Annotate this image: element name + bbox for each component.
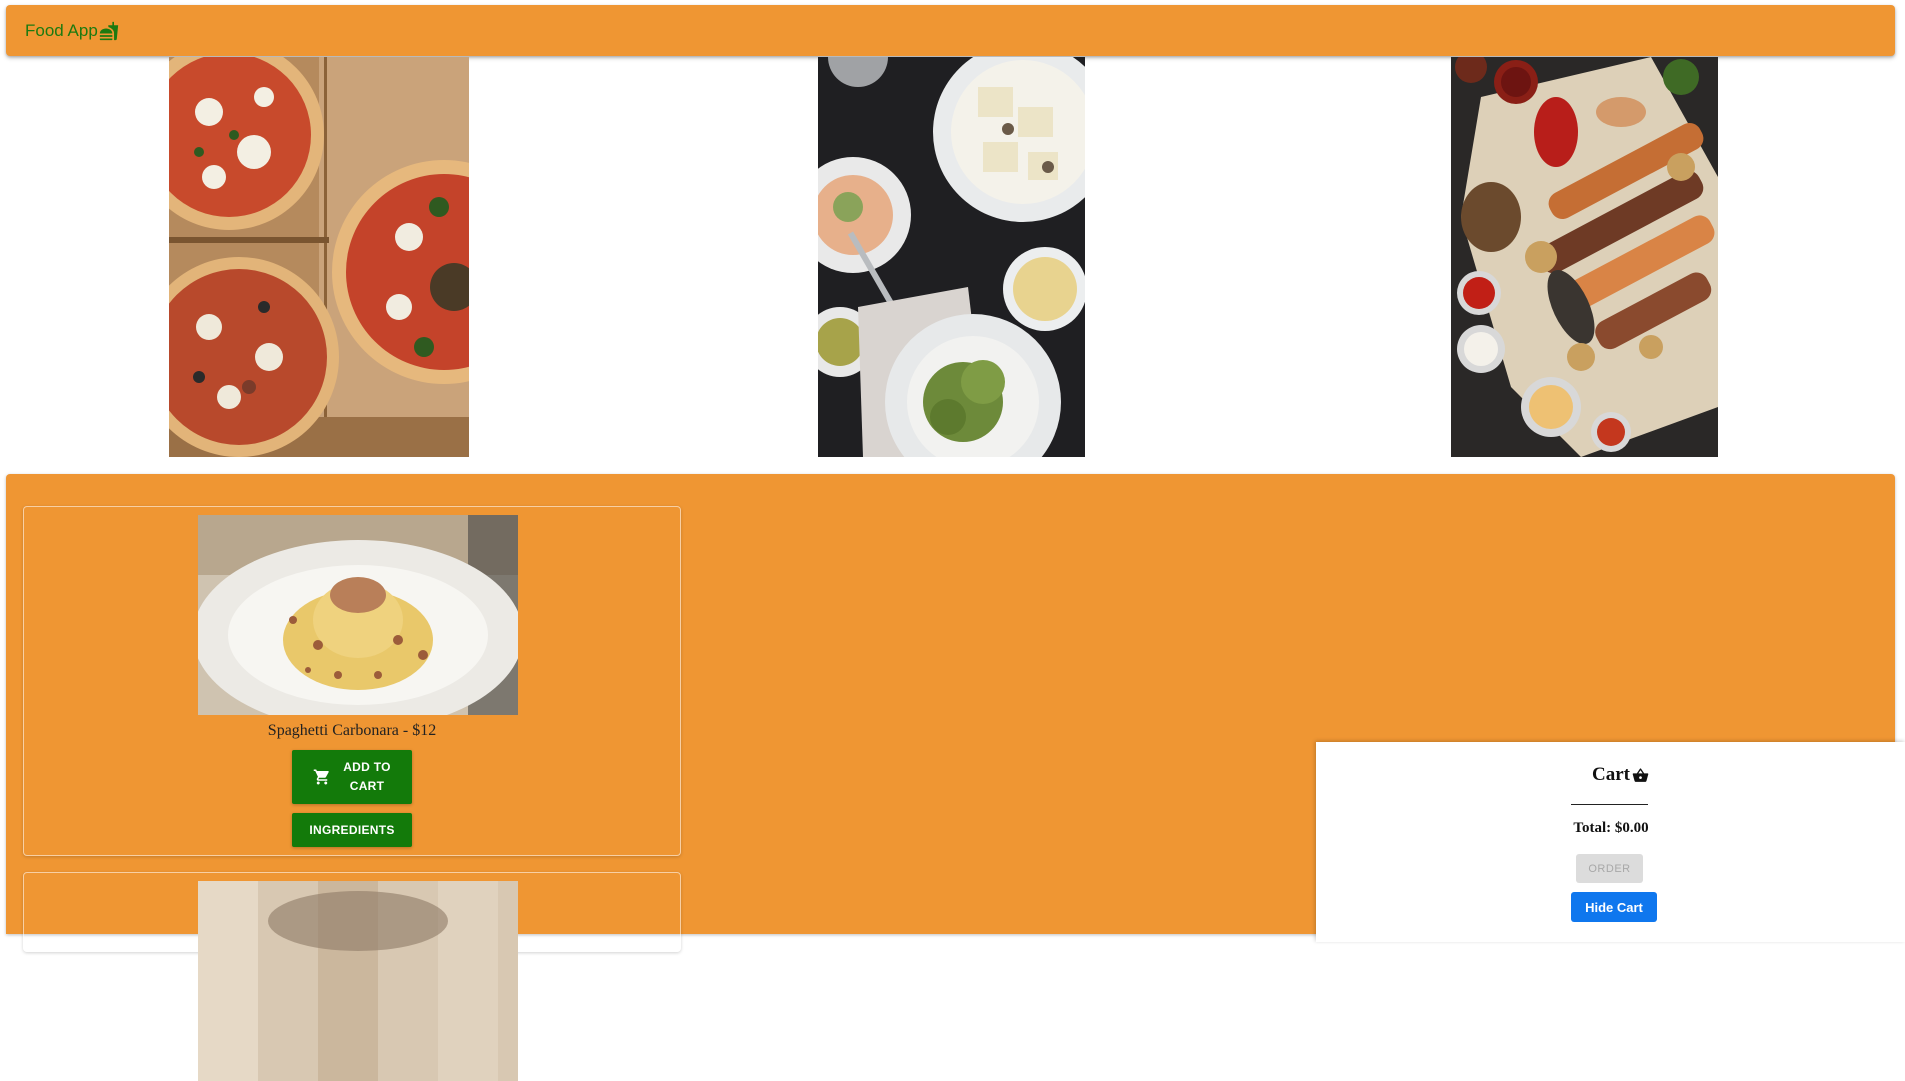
- cart-title-text: Cart: [1592, 764, 1630, 785]
- add-to-cart-line2: Cart: [349, 779, 385, 793]
- meal-image: [198, 881, 518, 1081]
- pasta-photo: [818, 57, 1085, 457]
- add-to-cart-button[interactable]: Add to Cart: [292, 750, 412, 804]
- add-to-cart-line1: Add to: [343, 760, 391, 774]
- basket-icon: [1631, 767, 1650, 784]
- brand-title: Food App: [25, 20, 98, 40]
- order-button[interactable]: Order: [1576, 854, 1643, 883]
- cart-title: Cart: [1581, 764, 1661, 786]
- hero-gallery: [0, 57, 1905, 457]
- cart-total: Total: $0.00: [1573, 820, 1649, 836]
- brand-link[interactable]: Food App: [25, 21, 119, 41]
- shopping-cart-icon: [313, 768, 331, 786]
- fast-food-icon: [99, 21, 119, 41]
- app-bar: Food App: [6, 5, 1895, 56]
- meal-title: Spaghetti Carbonara - $12: [267, 722, 437, 739]
- meal-image: [198, 515, 518, 715]
- add-to-cart-label: Add to Cart: [343, 758, 391, 796]
- cart-divider: [1571, 804, 1648, 805]
- meal-card: Spaghetti Carbonara - $12 Add to Cart In…: [23, 506, 681, 856]
- hide-cart-button[interactable]: Hide Cart: [1571, 892, 1657, 922]
- meal-card: [23, 872, 681, 1081]
- ingredients-button[interactable]: Ingredients: [292, 813, 412, 847]
- pizza-photo: [169, 57, 469, 457]
- cart-panel: Cart Total: $0.00 Order Hide Cart: [1316, 742, 1905, 942]
- grill-photo: [1451, 57, 1718, 457]
